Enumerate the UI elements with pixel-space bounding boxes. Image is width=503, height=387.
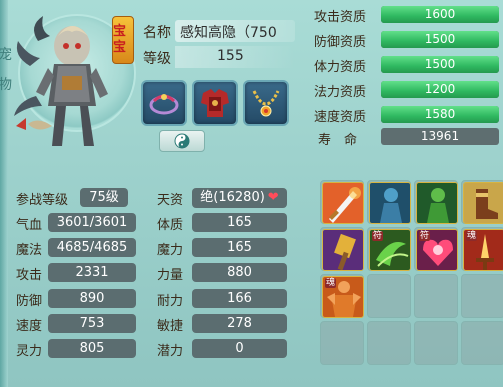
stat-label: 速度 [16,319,43,334]
aptitude-bar: 1600 [381,6,499,23]
aptitude-value: 1580 [424,107,456,121]
aptitude-label: 防御资质 [314,35,367,50]
stat-label: 气血 [16,218,43,233]
skill-grid: 符 符 魂 魂 [320,180,503,387]
aptitude-value: 1600 [424,7,456,21]
life-label: 寿 命 [318,133,358,148]
yinyang-icon [174,133,190,149]
aptitude-value: 1200 [424,82,456,96]
boot-skill-icon [463,182,503,224]
stat-value: 165 [192,238,287,257]
skill-slot[interactable]: 魂 [320,274,364,318]
skill-slot[interactable] [367,180,411,224]
life-bar: 13961 [381,128,499,145]
stat-label: 敏捷 [157,319,184,334]
stat-value: 3601/3601 [48,213,136,232]
aptitude-bar: 1500 [381,56,499,73]
heart-icon: ❤ [267,190,279,205]
stat-label: 耐力 [157,294,184,309]
hammer-skill-icon [322,229,364,271]
stat-label: 参战等级 [16,193,69,208]
stat-value: 0 [192,339,287,358]
stat-value: 753 [48,314,136,333]
skill-slot[interactable]: 符 [414,227,458,271]
fu-tag: 符 [372,231,384,241]
skill-slot-empty[interactable] [367,321,411,365]
equip-slot-ring[interactable] [141,80,187,126]
aptitude-bar: 1580 [381,106,499,123]
left-edge: 宠 物 [0,0,12,387]
stat-label: 防御 [16,294,43,309]
armor-equipment-icon [201,89,229,117]
aptitude-label: 攻击资质 [314,10,367,25]
blue-figure-skill-icon [369,182,411,224]
green-figure-skill-icon [416,182,458,224]
heart-skill-icon: 符 [416,229,458,271]
hun-tag: 魂 [325,278,337,288]
aptitude-value: 1500 [424,32,456,46]
skill-slot[interactable]: 魂 [461,227,503,271]
name-label: 名称 [143,25,171,41]
life-value: 13961 [420,129,460,143]
fu-tag: 符 [419,231,431,241]
baby-badge-text: 宝宝 [113,24,127,55]
skill-slot-empty[interactable] [320,321,364,365]
hun-tag: 魂 [466,231,478,241]
tianzi-value-box[interactable]: 绝(16280) ❤ [192,188,287,208]
tianzi-label: 天资 [157,193,184,208]
baby-badge: 宝宝 [112,16,134,64]
flame-sword-skill-icon: 魂 [463,229,503,271]
level-label: 等级 [143,51,171,67]
aptitude-bar: 1200 [381,81,499,98]
skill-slot-empty[interactable] [461,274,503,318]
equip-slot-armor[interactable] [192,80,238,126]
muscle-skill-icon: 魂 [322,276,364,318]
stat-value: 165 [192,213,287,232]
stat-value: 880 [192,263,287,282]
yinyang-button[interactable] [159,130,205,152]
stat-value: 166 [192,289,287,308]
stat-label: 潜力 [157,344,184,359]
tianzi-value: 绝(16280) [200,190,265,205]
skill-slot-empty[interactable] [461,321,503,365]
stat-label: 力量 [157,268,184,283]
green-wind-skill-icon: 符 [369,229,411,271]
equip-slot-necklace[interactable] [243,80,289,126]
stat-label: 魔力 [157,243,184,258]
stat-label: 灵力 [16,344,43,359]
aptitude-bar: 1500 [381,31,499,48]
necklace-equipment-icon [252,90,280,117]
skill-slot[interactable]: 符 [367,227,411,271]
skill-slot-empty[interactable] [367,274,411,318]
aptitude-value: 1500 [424,57,456,71]
ring-equipment-icon [149,94,179,115]
stat-value: 75级 [80,188,128,207]
skill-slot[interactable] [320,180,364,224]
pet-attribute-panel: 宠 物 宝宝 名称 感知高隐（750 等级 155 攻击资质 1600 防御资质… [0,0,503,387]
aptitude-label: 速度资质 [314,110,367,125]
stat-value: 805 [48,339,136,358]
skill-slot[interactable] [414,180,458,224]
skill-slot[interactable] [461,180,503,224]
stat-label: 魔法 [16,243,43,258]
stat-label: 攻击 [16,268,43,283]
skill-slot[interactable] [320,227,364,271]
stat-value: 2331 [48,263,136,282]
stat-value: 278 [192,314,287,333]
stat-value: 890 [48,289,136,308]
level-value: 155 [217,48,244,64]
aptitude-label: 法力资质 [314,85,367,100]
stat-label: 体质 [157,218,184,233]
aptitude-label: 体力资质 [314,60,367,75]
skill-slot-empty[interactable] [414,321,458,365]
name-value[interactable]: 感知高隐（750 [180,22,277,42]
sword-strike-skill-icon [322,182,364,224]
skill-slot-empty[interactable] [414,274,458,318]
stat-value: 4685/4685 [48,238,136,257]
